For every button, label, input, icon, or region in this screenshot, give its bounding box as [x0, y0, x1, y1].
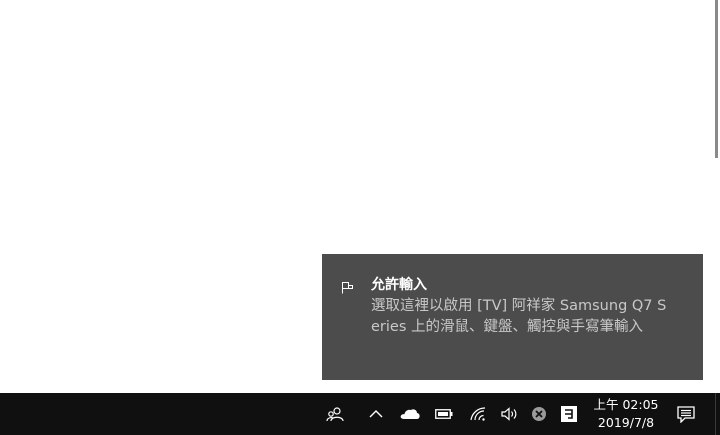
clock-time: 上午 02:05: [593, 397, 659, 412]
action-center-icon[interactable]: [672, 393, 700, 435]
toast-notification[interactable]: 允許輸入 選取這裡以啟用 [TV] 阿祥家 Samsung Q7 Series …: [322, 254, 703, 380]
volume-icon[interactable]: [496, 393, 524, 435]
toast-body: 選取這裡以啟用 [TV] 阿祥家 Samsung Q7 Series 上的滑鼠、…: [371, 298, 667, 335]
input-method-icon[interactable]: [556, 393, 582, 435]
onedrive-icon[interactable]: [396, 393, 424, 435]
taskbar: 上午 02:05 2019/7/8: [0, 393, 720, 435]
wifi-icon[interactable]: [464, 393, 492, 435]
scrollbar[interactable]: [712, 0, 720, 393]
input-keyboard-icon: [342, 279, 354, 294]
show-desktop-button[interactable]: [715, 393, 720, 435]
people-icon[interactable]: [320, 393, 350, 435]
battery-icon[interactable]: [430, 393, 458, 435]
chevron-up-icon[interactable]: [362, 393, 390, 435]
toast-title: 允許輸入: [371, 277, 427, 293]
close-circle-icon[interactable]: [526, 393, 552, 435]
taskbar-clock[interactable]: 上午 02:05 2019/7/8: [588, 393, 664, 435]
scrollbar-thumb[interactable]: [715, 0, 718, 158]
clock-date: 2019/7/8: [597, 415, 655, 430]
